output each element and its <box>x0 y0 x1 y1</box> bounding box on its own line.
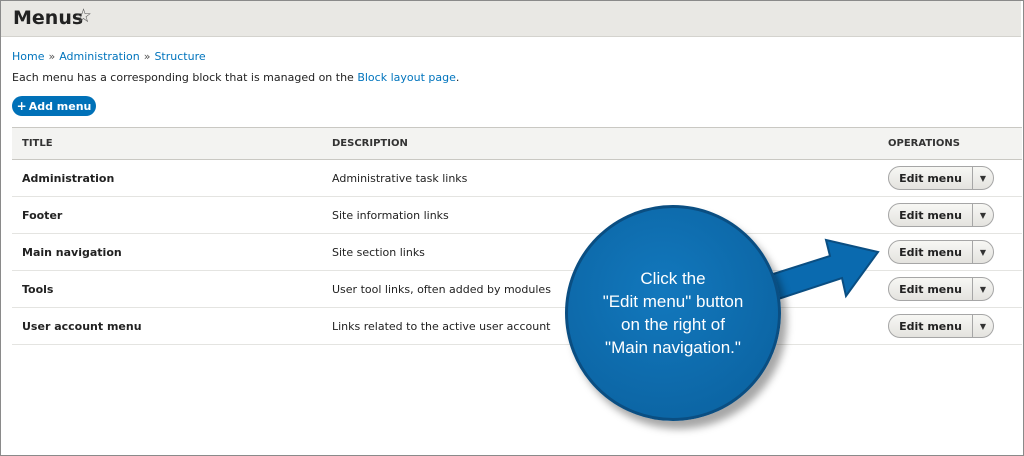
operations-cell: Edit menu ▼ <box>878 270 1022 308</box>
menu-description: Site information links <box>322 196 878 234</box>
intro-suffix: . <box>455 71 460 84</box>
breadcrumb-structure[interactable]: Structure <box>154 50 205 63</box>
menu-description: Administrative task links <box>322 159 878 197</box>
operations-cell: Edit menu ▼ <box>878 159 1022 197</box>
callout-line: "Main navigation." <box>605 338 741 357</box>
breadcrumb: Home» Administration» Structure <box>12 50 206 63</box>
edit-menu-button[interactable]: Edit menu <box>889 204 973 226</box>
operations-cell: Edit menu ▼ <box>878 307 1022 345</box>
caret-down-icon[interactable]: ▼ <box>973 315 993 337</box>
block-layout-link[interactable]: Block layout page <box>357 71 456 84</box>
edit-menu-button[interactable]: Edit menu <box>889 241 973 263</box>
edit-menu-button[interactable]: Edit menu <box>889 167 973 189</box>
column-header-description: DESCRIPTION <box>332 138 408 149</box>
edit-menu-dropbutton: Edit menu ▼ <box>888 240 994 264</box>
callout-line: on the right of <box>621 315 725 334</box>
add-menu-button[interactable]: + Add menu <box>12 96 96 116</box>
table-row: User account menu Links related to the a… <box>12 307 1022 345</box>
instruction-callout: Click the "Edit menu" button on the righ… <box>565 205 781 421</box>
callout-text: Click the "Edit menu" button on the righ… <box>603 267 744 359</box>
page-title: Menus <box>13 7 84 29</box>
edit-menu-button[interactable]: Edit menu <box>889 278 973 300</box>
edit-menu-dropbutton: Edit menu ▼ <box>888 166 994 190</box>
table-row: Tools User tool links, often added by mo… <box>12 270 1022 308</box>
breadcrumb-administration[interactable]: Administration <box>59 50 140 63</box>
callout-line: "Edit menu" button <box>602 292 744 311</box>
callout-line: Click the <box>640 269 706 288</box>
menu-title: User account menu <box>12 307 322 345</box>
menu-title: Tools <box>12 270 322 308</box>
operations-cell: Edit menu ▼ <box>878 196 1022 234</box>
edit-menu-dropbutton: Edit menu ▼ <box>888 203 994 227</box>
edit-menu-dropbutton: Edit menu ▼ <box>888 277 994 301</box>
page-header: Menus ☆ <box>1 1 1021 37</box>
menu-title: Main navigation <box>12 233 322 271</box>
breadcrumb-separator: » <box>48 50 56 63</box>
caret-down-icon[interactable]: ▼ <box>973 167 993 189</box>
breadcrumb-separator: » <box>143 50 151 63</box>
intro-text: Each menu has a corresponding block that… <box>12 71 459 84</box>
column-header-operations: OPERATIONS <box>888 138 960 149</box>
caret-down-icon[interactable]: ▼ <box>973 241 993 263</box>
table-header-row: TITLE DESCRIPTION OPERATIONS <box>12 127 1022 160</box>
plus-icon: + <box>16 99 27 113</box>
table-row: Footer Site information links Edit menu … <box>12 196 1022 234</box>
table-row: Administration Administrative task links… <box>12 159 1022 197</box>
menu-title: Footer <box>12 196 322 234</box>
menu-title: Administration <box>12 159 322 197</box>
menus-table: TITLE DESCRIPTION OPERATIONS Administrat… <box>12 127 1022 345</box>
table-row: Main navigation Site section links Edit … <box>12 233 1022 271</box>
edit-menu-button[interactable]: Edit menu <box>889 315 973 337</box>
edit-menu-dropbutton: Edit menu ▼ <box>888 314 994 338</box>
operations-cell: Edit menu ▼ <box>878 233 1022 271</box>
star-outline-icon[interactable]: ☆ <box>75 5 92 27</box>
intro-prefix: Each menu has a corresponding block that… <box>12 71 354 84</box>
breadcrumb-home[interactable]: Home <box>12 50 44 63</box>
column-header-title: TITLE <box>22 138 53 149</box>
caret-down-icon[interactable]: ▼ <box>973 278 993 300</box>
add-menu-label: Add menu <box>28 99 92 113</box>
caret-down-icon[interactable]: ▼ <box>973 204 993 226</box>
